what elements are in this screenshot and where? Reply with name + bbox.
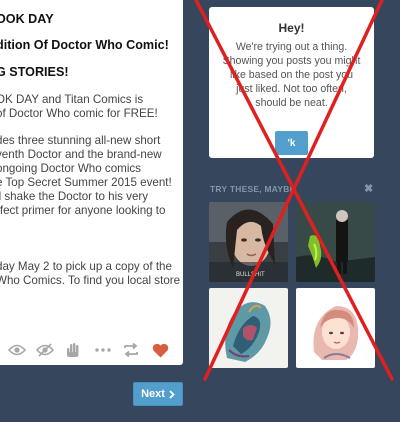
- post-text-line: des three stunning all-new short: [0, 134, 161, 147]
- popup-title: Hey!: [278, 21, 305, 35]
- post-card: OOK DAY dition Of Doctor Who Comic! G ST…: [0, 0, 183, 365]
- popup-body-line: just liked. Not too often,: [236, 83, 347, 95]
- heart-icon[interactable]: [149, 340, 171, 360]
- reblog-icon[interactable]: [120, 340, 142, 360]
- post-text-line: rfect primer for anyone looking to: [0, 204, 166, 217]
- suggested-post-thumbnail[interactable]: [296, 202, 375, 282]
- next-button-label: Next: [141, 388, 165, 400]
- popup-body: We're trying out a thing. Showing you po…: [219, 40, 364, 110]
- post-heading: OOK DAY: [0, 12, 54, 26]
- post-actions: [0, 340, 183, 360]
- post-text-line: of Doctor Who comic for FREE!: [0, 107, 158, 120]
- post-subheading: G STORIES!: [0, 65, 69, 79]
- hey-popup: Hey! We're trying out a thing. Showing y…: [209, 7, 374, 158]
- ok-button[interactable]: 'k: [275, 131, 308, 155]
- eye-icon[interactable]: [6, 340, 28, 360]
- thumbnail-caption: BULLSHIT: [236, 272, 265, 278]
- suggested-post-thumbnail[interactable]: BULLSHIT: [209, 202, 288, 282]
- post-subheading: dition Of Doctor Who Comic!: [0, 38, 169, 52]
- popup-body-line: Showing you posts you might: [222, 55, 361, 67]
- post-text-line: Who Comics. To find you local store: [0, 274, 181, 287]
- popup-body-line: like based on the post you: [229, 69, 354, 81]
- popup-body-line: should be neat.: [255, 97, 328, 109]
- post-text-line: OK DAY and Titan Comics is: [0, 93, 144, 106]
- post-text-line: venth Doctor and the brand-new: [0, 148, 162, 161]
- eye-slash-icon[interactable]: [34, 340, 56, 360]
- popup-body-line: We're trying out a thing.: [235, 41, 348, 53]
- suggestions-title: TRY THESE, MAYBE: [210, 184, 296, 194]
- post-text-line: ongoing Doctor Who comics: [0, 162, 141, 175]
- post-text-line: day May 2 to pick up a copy of the: [0, 260, 172, 273]
- suggested-post-thumbnail[interactable]: [209, 288, 288, 368]
- suggested-post-thumbnail[interactable]: [296, 288, 375, 368]
- chevron-right-icon: [169, 389, 175, 399]
- close-icon[interactable]: ✖: [364, 182, 373, 195]
- hand-icon[interactable]: [62, 340, 84, 360]
- post-text-line: ll shake the Doctor to his very: [0, 190, 149, 203]
- next-button[interactable]: Next: [133, 382, 183, 406]
- more-icon[interactable]: [92, 340, 114, 360]
- post-text-line: e Top Secret Summer 2015 event!: [0, 176, 172, 189]
